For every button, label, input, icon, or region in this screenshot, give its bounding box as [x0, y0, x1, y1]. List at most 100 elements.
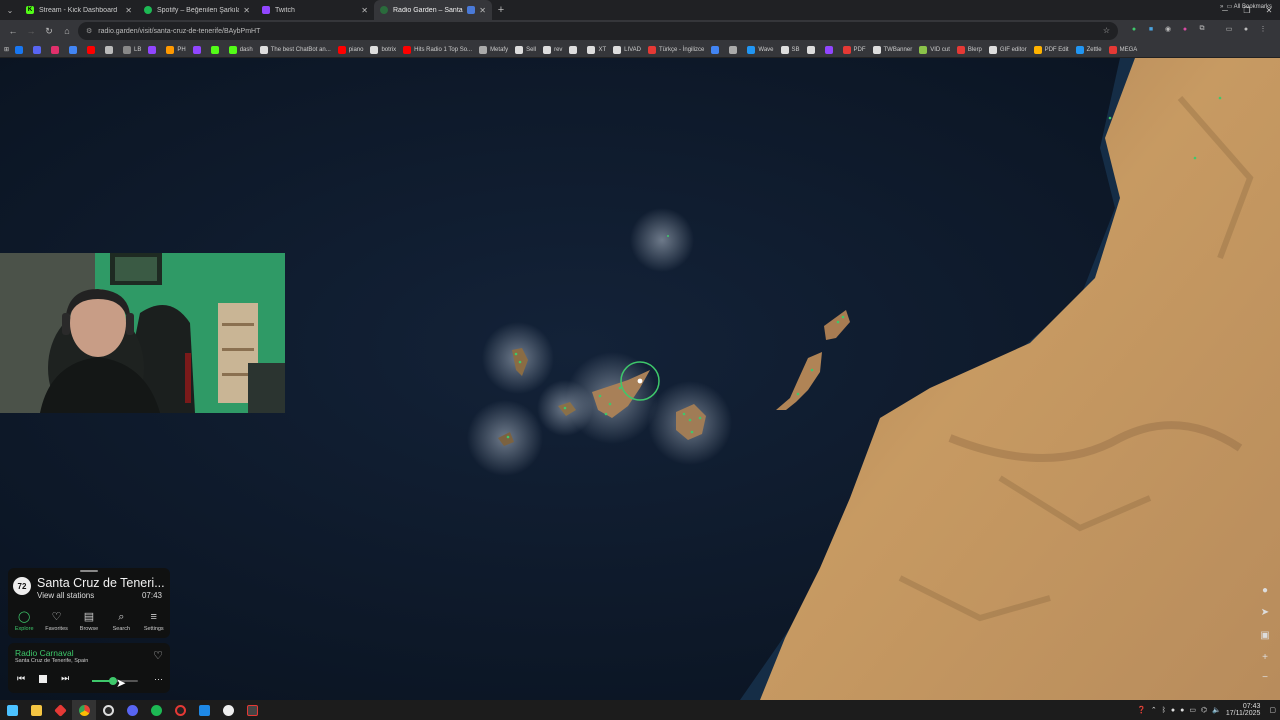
address-bar[interactable]: ⚙ radio.garden/visit/santa-cruz-de-tener…: [78, 22, 1118, 40]
bookmark-item[interactable]: Zettle: [1075, 45, 1102, 54]
bookmark-item[interactable]: [69, 45, 80, 54]
bookmark-item[interactable]: [192, 45, 204, 54]
close-tab-icon[interactable]: ✕: [125, 6, 132, 15]
browser-menu-icon[interactable]: ⋮: [1257, 23, 1269, 35]
bookmark-item[interactable]: [806, 45, 818, 54]
bookmark-item[interactable]: PDF: [842, 45, 866, 54]
zoom-out-icon[interactable]: −: [1258, 672, 1272, 683]
close-tab-icon[interactable]: ✕: [479, 6, 486, 15]
extension-icon[interactable]: ●: [1128, 23, 1140, 35]
location-icon[interactable]: ●: [1258, 585, 1272, 596]
bookmark-item[interactable]: [148, 45, 159, 54]
taskbar-discord[interactable]: [120, 700, 144, 720]
display-icon[interactable]: ▭: [1189, 706, 1196, 714]
bookmark-item[interactable]: dash: [228, 45, 253, 54]
more-options-icon[interactable]: ⋯: [154, 674, 163, 685]
taskbar-app[interactable]: [240, 700, 264, 720]
taskbar-app[interactable]: [48, 700, 72, 720]
bookmark-item[interactable]: Blerp: [956, 45, 982, 54]
all-bookmarks-button[interactable]: » ▭ All Bookmarks: [1220, 3, 1272, 10]
extension-icon[interactable]: ●: [1179, 23, 1191, 35]
sidebar-icon[interactable]: ▭: [1223, 23, 1235, 35]
nav-favorites[interactable]: ♡ Favorites: [41, 610, 73, 632]
bluetooth-icon[interactable]: ᛒ: [1162, 707, 1166, 714]
taskbar-chrome[interactable]: [72, 700, 96, 720]
bookmark-item[interactable]: Metafy: [479, 45, 508, 54]
close-tab-icon[interactable]: ✕: [361, 6, 368, 15]
bookmark-item[interactable]: [711, 45, 722, 54]
browser-tab-active[interactable]: Radio Garden – Santa Cruz ✕: [374, 0, 492, 20]
start-button[interactable]: [0, 700, 24, 720]
bookmark-item[interactable]: LIVAD: [613, 45, 641, 54]
taskbar-spotify[interactable]: [144, 700, 168, 720]
bookmark-item[interactable]: Sell: [515, 45, 536, 54]
taskbar-file-explorer[interactable]: [24, 700, 48, 720]
radio-garden-logo[interactable]: 72: [13, 577, 31, 595]
bookmark-item[interactable]: Wave: [747, 45, 774, 54]
station-location[interactable]: Santa Cruz de Tenerife, Spain: [15, 658, 88, 664]
bookmark-item[interactable]: [87, 45, 98, 54]
home-icon[interactable]: ⌂: [58, 26, 76, 36]
taskbar-app[interactable]: [192, 700, 216, 720]
bookmark-item[interactable]: Hits Radio 1 Top So...: [403, 45, 472, 54]
browser-tab[interactable]: K Stream - Kick Dashboard ✕: [20, 0, 138, 20]
next-icon[interactable]: ⏭: [61, 673, 69, 684]
nav-settings[interactable]: ≡ Settings: [138, 610, 170, 632]
navigate-icon[interactable]: ➤: [1258, 607, 1272, 618]
tray-chevron-icon[interactable]: ⌃: [1151, 706, 1157, 714]
apps-grid-icon[interactable]: ⊞: [4, 46, 9, 53]
bookmark-item[interactable]: [210, 45, 222, 54]
panel-drag-handle[interactable]: [80, 570, 98, 572]
reload-icon[interactable]: ↻: [40, 26, 58, 37]
bookmark-item[interactable]: PDF Edit: [1033, 45, 1069, 54]
bookmark-item[interactable]: botrix: [370, 45, 396, 54]
stop-icon[interactable]: [39, 674, 48, 683]
close-tab-icon[interactable]: ✕: [243, 6, 250, 15]
bookmark-item[interactable]: GIF editor: [988, 45, 1027, 54]
extension-icon[interactable]: ◉: [1162, 23, 1174, 35]
bookmark-item[interactable]: VID cut: [919, 45, 950, 54]
bookmark-item[interactable]: [15, 45, 26, 54]
taskbar-clock[interactable]: 07:43 17/11/2025: [1226, 703, 1261, 717]
tab-search-icon[interactable]: ⌄: [0, 0, 20, 20]
help-icon[interactable]: ❓: [1137, 706, 1146, 714]
taskbar-app[interactable]: [216, 700, 240, 720]
app-tray-icon[interactable]: ●: [1171, 707, 1175, 714]
bookmark-item[interactable]: [105, 45, 116, 54]
view-all-stations-link[interactable]: View all stations: [37, 591, 94, 600]
bookmark-item[interactable]: TWBanner: [872, 45, 912, 54]
browser-tab[interactable]: Twitch ✕: [256, 0, 374, 20]
bookmark-item[interactable]: [569, 45, 580, 54]
forward-icon[interactable]: →: [22, 26, 40, 36]
lock-icon[interactable]: ▣: [1258, 630, 1272, 641]
bookmark-item[interactable]: [824, 45, 836, 54]
bookmark-item[interactable]: LB: [123, 45, 141, 54]
bookmark-item[interactable]: SB: [780, 45, 800, 54]
bookmark-item[interactable]: XT: [587, 45, 606, 54]
previous-icon[interactable]: ⏮: [17, 673, 25, 684]
zoom-in-icon[interactable]: +: [1258, 652, 1272, 663]
new-tab-icon[interactable]: +: [492, 0, 510, 20]
bookmark-star-icon[interactable]: ☆: [1103, 26, 1110, 35]
browser-tab[interactable]: Spotify – Beğenilen Şarkılar ✕: [138, 0, 256, 20]
bookmark-item[interactable]: [51, 45, 62, 54]
taskbar-app[interactable]: [96, 700, 120, 720]
speaker-icon[interactable]: 🔈: [1212, 706, 1221, 714]
network-icon[interactable]: ⌬: [1201, 706, 1207, 714]
bookmark-item[interactable]: rev: [543, 45, 562, 54]
bookmark-item[interactable]: PH: [166, 45, 186, 54]
taskbar-app[interactable]: [168, 700, 192, 720]
bookmark-item[interactable]: The best ChatBot an...: [259, 45, 331, 54]
place-title[interactable]: Santa Cruz de Teneri...: [37, 576, 165, 590]
bookmark-item[interactable]: Türkçe - İngilizce: [648, 45, 704, 54]
extensions-puzzle-icon[interactable]: ⧉: [1196, 23, 1208, 35]
app-tray-icon[interactable]: ●: [1180, 707, 1184, 714]
audio-playing-icon[interactable]: [467, 6, 476, 14]
extension-icon[interactable]: ■: [1145, 23, 1157, 35]
volume-slider[interactable]: [92, 677, 138, 685]
notifications-icon[interactable]: ▢: [1269, 706, 1276, 714]
bookmark-item[interactable]: piano: [337, 45, 363, 54]
bookmark-item[interactable]: MEGA: [1108, 45, 1137, 54]
site-info-icon[interactable]: ⚙: [86, 27, 92, 35]
profile-icon[interactable]: ●: [1240, 23, 1252, 35]
